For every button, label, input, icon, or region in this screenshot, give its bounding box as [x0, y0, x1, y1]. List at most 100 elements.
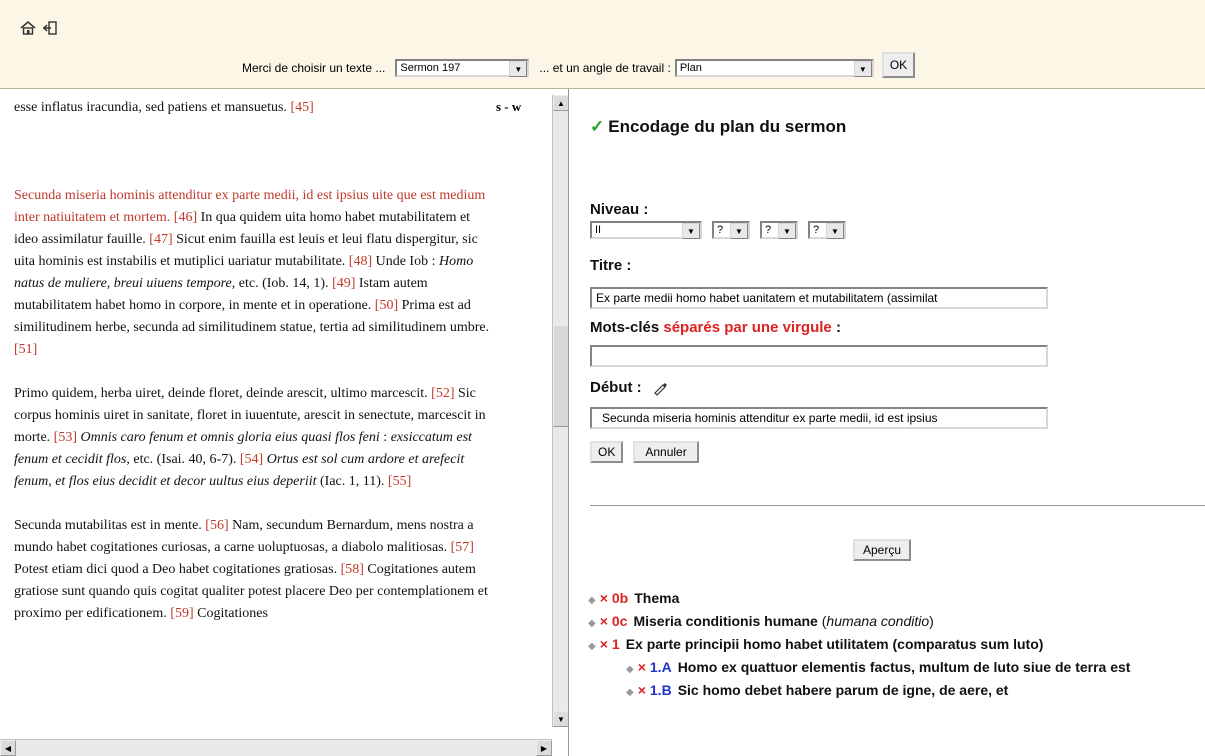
ref-link[interactable]: [55] — [388, 474, 411, 489]
form-ok-button[interactable]: OK — [590, 441, 624, 463]
sub-select-value: ? — [765, 224, 772, 236]
horizontal-scrollbar[interactable]: ◀ ▶ — [0, 739, 552, 756]
section-title-text: Encodage du plan du sermon — [608, 117, 847, 136]
ref-link[interactable]: [59] — [170, 606, 193, 621]
ref-link[interactable]: [56] — [205, 518, 228, 533]
text-span: : — [379, 430, 391, 445]
tree-number: 1 — [611, 636, 620, 652]
sermon-text-panel: esse inflatus iracundia, sed patiens et … — [0, 89, 569, 756]
debut-input[interactable]: Secunda miseria hominis attenditur ex pa… — [590, 407, 1048, 429]
chevron-down-icon[interactable]: ▼ — [730, 223, 748, 239]
text-span: Cogitationes — [193, 606, 268, 621]
tree-row[interactable]: ◆ × 0b Thema — [588, 589, 1188, 610]
angle-select[interactable]: Plan ▼ — [674, 59, 874, 77]
paragraph-3: Primo quidem, herba uiret, deinde floret… — [14, 383, 494, 493]
delete-icon[interactable]: × — [600, 613, 608, 629]
delete-icon[interactable]: × — [600, 590, 608, 606]
ref-link[interactable]: [54] — [240, 452, 263, 467]
encoding-panel: ✓ Encodage du plan du sermon Niveau : II … — [570, 89, 1205, 756]
ref-link[interactable]: [46] — [174, 210, 197, 225]
niveau-select[interactable]: II ▼ — [590, 221, 702, 239]
mots-cles-input[interactable] — [590, 345, 1048, 367]
form-buttons: OK Annuler — [590, 441, 699, 463]
niveau-sub-select-2[interactable]: ? ▼ — [760, 221, 798, 239]
niveau-controls: II ▼ ? ▼ ? ▼ ? ▼ — [590, 221, 846, 239]
scroll-left-icon[interactable]: ◀ — [0, 740, 16, 756]
chevron-down-icon[interactable]: ▼ — [778, 223, 796, 239]
niveau-sub-select-3[interactable]: ? ▼ — [808, 221, 846, 239]
chevron-down-icon[interactable]: ▼ — [509, 61, 528, 77]
tree-text: Thema — [634, 590, 680, 606]
bullet-icon: ◆ — [626, 687, 634, 698]
paragraph-2: Secunda miseria hominis attenditur ex pa… — [14, 185, 494, 361]
ref-link[interactable]: [52] — [431, 386, 454, 401]
tree-row[interactable]: ◆ × 1.A Homo ex quattuor elementis factus, … — [588, 658, 1188, 679]
niveau-label: Niveau : — [590, 201, 649, 218]
quote-span: Omnis caro fenum et omnis gloria eius qu… — [76, 430, 380, 445]
bullet-icon: ◆ — [588, 618, 596, 629]
ref-link[interactable]: [47] — [149, 232, 172, 247]
mots-cles-label-text: Mots-clés — [590, 319, 660, 336]
ref-link[interactable]: [53] — [54, 430, 77, 445]
text-span: Unde Iob : — [372, 254, 439, 269]
section-title[interactable]: ✓ Encodage du plan du sermon — [590, 117, 846, 137]
angle-select-value: Plan — [679, 62, 702, 74]
chevron-down-icon[interactable]: ▼ — [826, 223, 844, 239]
text-span: (Iac. 1, 11). — [316, 474, 388, 489]
text-select[interactable]: Sermon 197 ▼ — [395, 59, 530, 77]
home-icon[interactable] — [20, 20, 36, 36]
chevron-down-icon[interactable]: ▼ — [853, 61, 872, 77]
bullet-icon: ◆ — [588, 595, 596, 606]
text-span: , etc. (Iob. 14, 1). — [231, 276, 333, 291]
text-span: , etc. (Isai. 40, 6-7). — [126, 452, 240, 467]
preview-button[interactable]: Aperçu — [853, 539, 912, 561]
scroll-right-icon[interactable]: ▶ — [536, 740, 552, 756]
ref-link[interactable]: [58] — [341, 562, 364, 577]
sermon-text: esse inflatus iracundia, sed patiens et … — [14, 89, 494, 647]
logout-icon[interactable] — [42, 20, 58, 36]
divider — [590, 505, 1205, 506]
tree-number: 1.B — [649, 682, 672, 698]
delete-icon[interactable]: × — [600, 636, 608, 652]
text-chooser: Merci de choisir un texte ... Sermon 197… — [242, 52, 916, 78]
paragraph-1: esse inflatus iracundia, sed patiens et … — [14, 97, 494, 119]
chevron-down-icon[interactable]: ✓ — [590, 117, 604, 136]
sub-select-value: ? — [717, 224, 724, 236]
ref-link[interactable]: [51] — [14, 342, 37, 357]
tree-row[interactable]: ◆ × 1.B Sic homo debet habere parum de igne… — [588, 681, 1188, 702]
mots-cles-colon: : — [835, 319, 841, 336]
header-ok-button[interactable]: OK — [881, 52, 916, 78]
tree-number: 1.A — [649, 659, 672, 675]
text-span: Primo quidem, herba uiret, deinde floret… — [14, 386, 432, 401]
ref-link[interactable]: [45] — [290, 100, 313, 115]
cancel-button[interactable]: Annuler — [633, 441, 699, 463]
vertical-scrollbar[interactable]: ▲ ▼ — [552, 95, 568, 727]
text-span: Potest etiam dici quod a Deo habet cogit… — [14, 562, 341, 577]
eraser-icon[interactable] — [652, 380, 668, 396]
scroll-down-icon[interactable]: ▼ — [553, 711, 568, 727]
choose-text-label: Merci de choisir un texte ... — [242, 61, 386, 75]
ref-link[interactable]: [50] — [375, 298, 398, 313]
tree-row[interactable]: ◆ × 0c Miseria conditionis humane (humana c… — [588, 612, 1188, 633]
bullet-icon: ◆ — [588, 641, 596, 652]
ref-link[interactable]: [49] — [332, 276, 355, 291]
angle-label: ... et un angle de travail : — [539, 61, 671, 75]
scroll-thumb[interactable] — [553, 325, 568, 427]
titre-label: Titre : — [590, 257, 632, 274]
sw-label: s - w — [496, 99, 522, 114]
bullet-icon: ◆ — [626, 664, 634, 675]
tree-number: 0b — [611, 590, 629, 606]
delete-icon[interactable]: × — [638, 659, 646, 675]
tree-text: Ex parte principii homo habet utilitatem… — [625, 636, 1044, 652]
titre-input[interactable]: Ex parte medii homo habet uanitatem et m… — [590, 287, 1048, 309]
delete-icon[interactable]: × — [638, 682, 646, 698]
tree-row[interactable]: ◆ × 1 Ex parte principii homo habet utilita… — [588, 635, 1188, 656]
mots-cles-label: Mots-clés séparés par une virgule : — [590, 319, 841, 336]
scroll-up-icon[interactable]: ▲ — [553, 95, 568, 111]
tree-text: Miseria conditionis humane — [633, 613, 818, 629]
ref-link[interactable]: [48] — [349, 254, 372, 269]
ref-link[interactable]: [57] — [451, 540, 474, 555]
tree-extra: humana conditio — [826, 613, 930, 629]
chevron-down-icon[interactable]: ▼ — [682, 223, 700, 239]
niveau-sub-select-1[interactable]: ? ▼ — [712, 221, 750, 239]
